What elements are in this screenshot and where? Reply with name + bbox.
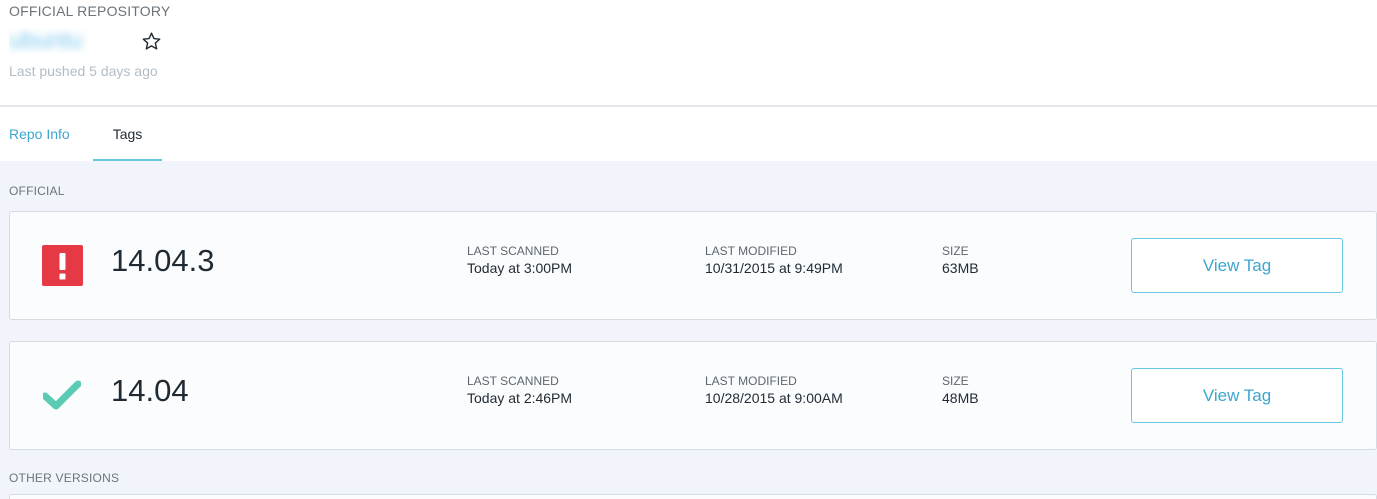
tag-card: 14.04.3 LAST SCANNED Today at 3:00PM LAS… [9,211,1377,320]
view-tag-button[interactable]: View Tag [1131,238,1343,293]
tag-card: 14.04 LAST SCANNED Today at 2:46PM LAST … [9,341,1377,450]
last-scanned: LAST SCANNED Today at 3:00PM [467,244,572,277]
size-label: SIZE [942,244,969,258]
last-modified-value: 10/28/2015 at 9:00AM [705,390,843,406]
size-value: 63MB [942,260,979,276]
tag-size: SIZE 63MB [942,244,979,277]
repo-name-row: ubuntu [9,26,162,56]
tag-name: 14.04.3 [111,243,215,278]
repo-name: ubuntu [9,28,133,54]
last-scanned: LAST SCANNED Today at 2:46PM [467,374,572,407]
checkmark-icon [41,374,83,416]
last-modified: LAST MODIFIED 10/31/2015 at 9:49PM [705,244,843,277]
tag-size: SIZE 48MB [942,374,979,407]
repo-name-text: ubuntu [9,28,83,54]
alert-icon [41,244,83,286]
last-scanned-label: LAST SCANNED [467,244,559,258]
tab-repo-info[interactable]: Repo Info [9,109,70,161]
size-value: 48MB [942,390,979,406]
star-icon[interactable] [140,30,162,52]
last-pushed-text: Last pushed 5 days ago [9,63,158,79]
last-modified-label: LAST MODIFIED [705,244,797,258]
tag-card-partial [9,494,1377,499]
size-label: SIZE [942,374,969,388]
repo-header: OFFICIAL REPOSITORY ubuntu Last pushed 5… [0,0,1377,107]
tab-tags[interactable]: Tags [93,109,162,161]
view-tag-button[interactable]: View Tag [1131,368,1343,423]
last-modified: LAST MODIFIED 10/28/2015 at 9:00AM [705,374,843,407]
section-label-official: OFFICIAL [9,184,65,198]
tags-content: OFFICIAL 14.04.3 LAST SCANNED Today at 3… [0,161,1377,499]
last-scanned-label: LAST SCANNED [467,374,559,388]
tag-name: 14.04 [111,373,189,408]
last-modified-value: 10/31/2015 at 9:49PM [705,260,843,276]
last-modified-label: LAST MODIFIED [705,374,797,388]
repo-tabs: Repo Info Tags [0,109,1377,161]
repo-kind-label: OFFICIAL REPOSITORY [9,3,171,19]
section-label-other-versions: OTHER VERSIONS [9,471,120,485]
last-scanned-value: Today at 2:46PM [467,390,573,406]
last-scanned-value: Today at 3:00PM [467,260,573,276]
